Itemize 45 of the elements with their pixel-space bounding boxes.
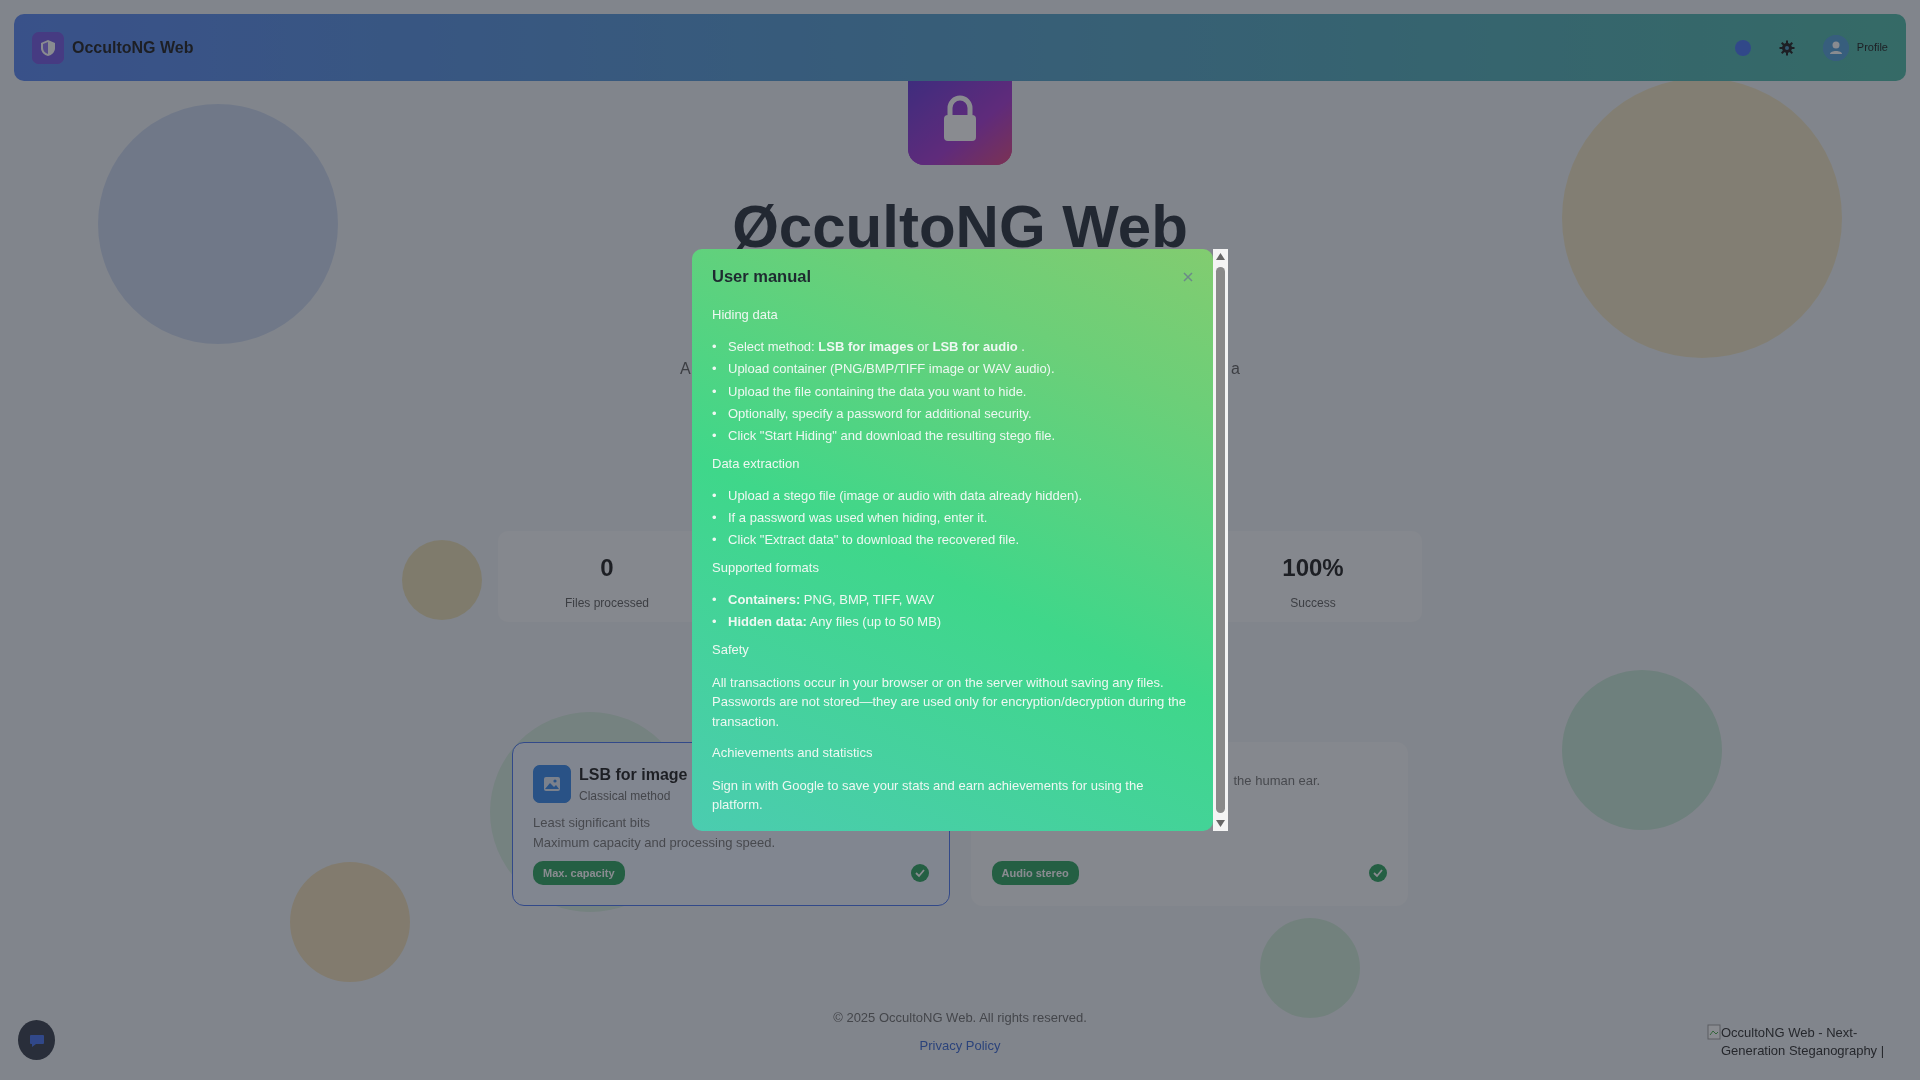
description-text: the human ear.	[1233, 772, 1322, 790]
stat-label: Files processed	[564, 594, 649, 612]
method-subtitle: Classical method	[579, 788, 672, 805]
bullet: •	[712, 509, 718, 527]
bullet: •	[712, 382, 718, 401]
section-heading: Supported formats	[712, 558, 820, 577]
bullet: •	[712, 404, 718, 423]
stat-value: 100%	[1282, 552, 1344, 583]
stat-label: Success	[1290, 594, 1336, 612]
bullet: •	[712, 613, 718, 632]
paragraph-text: All transactions occur in your browser or on the server without saving any files. Passwords are not stored—they are used only for encryption/decryption during the transaction.	[712, 673, 1188, 731]
list-item: Hidden data: Any files (up to 50 MB)	[728, 613, 942, 632]
list-item: Containers: PNG, BMP, TIFF, WAV	[728, 590, 935, 609]
bullet: •	[712, 590, 718, 609]
bullet: •	[712, 531, 718, 550]
feature-badge: Max. capacity	[533, 860, 625, 885]
list-item: Upload a stego file (image or audio with data already hidden).	[728, 486, 1083, 505]
list-item: Optionally, specify a password for additional security.	[728, 404, 1032, 423]
section-heading: Achievements and statistics	[712, 743, 874, 762]
list-item: Upload container (PNG/BMP/TIFF image or WAV audio).	[728, 360, 1055, 379]
subtitle-text: a	[1231, 359, 1240, 379]
list-item: If a password was used when hiding, enter it.	[728, 509, 988, 527]
section-heading: Hiding data	[712, 306, 779, 324]
description-text: Maximum capacity and processing speed.	[533, 834, 777, 853]
feature-badge: Audio stereo	[991, 860, 1079, 885]
description-text: Least significant bits	[533, 814, 652, 832]
image-alt-text: OccultoNG Web - Next-Generation Steganography |	[1721, 1024, 1886, 1060]
list-item: Click "Start Hiding" and download the resulting stego file.	[728, 427, 1056, 446]
paragraph-text: Sign in with Google to save your stats and earn achievements for using the platform.	[712, 776, 1145, 815]
bullet: •	[712, 427, 718, 446]
section-heading: Safety	[712, 640, 750, 659]
copyright-text: © 2025 OccultoNG Web. All rights reserved.	[832, 1009, 1088, 1027]
bullet: •	[712, 338, 718, 356]
app-title: OccultoNG Web	[72, 37, 194, 58]
subtitle-text: A	[680, 359, 691, 379]
hero-title: ØccultoNG Web	[732, 197, 1188, 257]
section-heading: Data extraction	[712, 454, 801, 473]
list-item: Select method: LSB for images or LSB for audio .	[728, 338, 1025, 356]
stat-value: 0	[600, 552, 614, 583]
bullet: •	[712, 486, 718, 505]
method-title: LSB for image	[579, 765, 688, 785]
dialog-title: User manual	[712, 266, 812, 287]
list-item: Click "Extract data" to download the recovered file.	[728, 531, 1020, 550]
bullet: •	[712, 360, 718, 379]
list-item: Upload the file containing the data you want to hide.	[728, 382, 1027, 401]
